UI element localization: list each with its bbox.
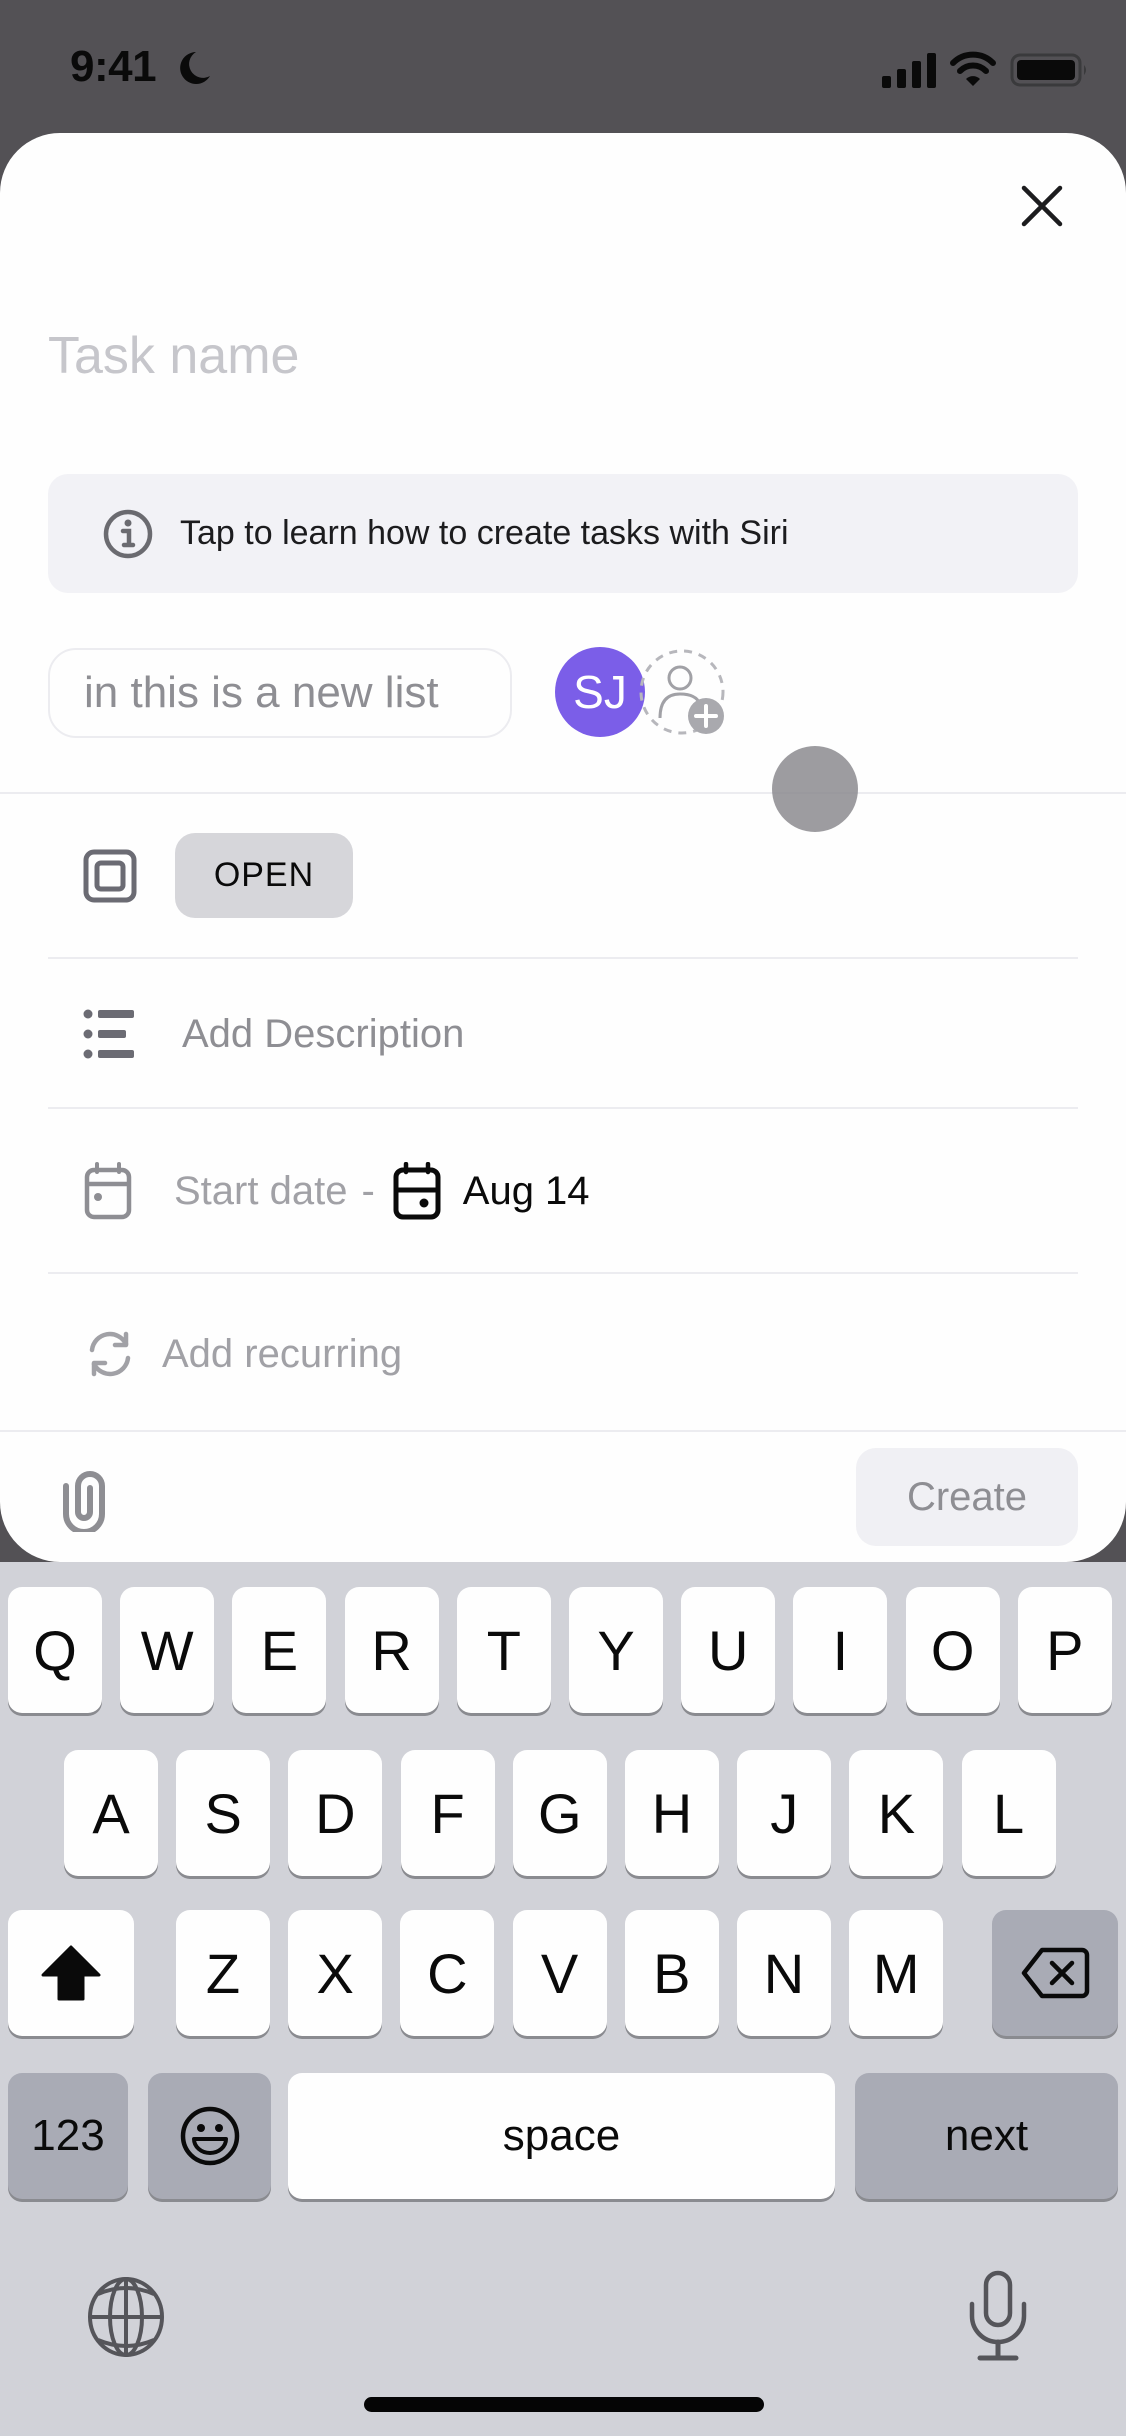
emoji-key[interactable] [148,2073,271,2199]
list-selector[interactable]: in this is a new list [48,648,512,738]
keyboard: QWERTYUIOP ASDFGHJKL ZXCVBNM 123 space n… [0,1562,1126,2436]
letter-key[interactable]: J [737,1750,832,1876]
recurring-icon [89,1331,131,1377]
moon-icon [180,52,210,84]
close-icon [1021,185,1063,227]
paperclip-icon[interactable] [58,1466,110,1532]
status-time: 9:41 [70,42,157,91]
letter-key[interactable]: H [625,1750,719,1876]
start-date-button[interactable]: Start date [174,1169,347,1214]
wifi-icon [950,51,996,86]
due-date-button[interactable]: Aug 14 [393,1162,590,1220]
siri-hint-text: Tap to learn how to create tasks with Si… [180,514,789,552]
assignee-avatar[interactable]: SJ [555,647,645,737]
next-key[interactable]: next [855,2073,1118,2199]
letter-key[interactable]: F [400,1750,495,1876]
status-pill[interactable]: OPEN [175,833,353,918]
letter-key[interactable]: N [737,1910,831,2036]
delete-key[interactable] [992,1910,1118,2036]
add-description-row[interactable]: Add Description [82,1004,782,1064]
info-icon [103,509,153,558]
date-separator: - [361,1168,375,1213]
letter-key[interactable]: Y [569,1587,663,1713]
letter-key[interactable]: X [288,1910,383,2036]
close-button[interactable] [1012,176,1072,236]
letter-key[interactable]: A [64,1750,158,1876]
cellular-signal-icon [882,53,936,88]
add-description-label: Add Description [182,1011,465,1056]
letter-key[interactable]: T [456,1587,551,1713]
letter-key[interactable]: E [232,1587,327,1713]
letter-key[interactable]: Z [176,1910,270,2036]
list-icon [83,1009,134,1059]
touch-indicator [772,746,858,832]
space-key[interactable]: space [288,2073,835,2199]
shift-key[interactable] [8,1910,134,2036]
calendar-icon [393,1162,441,1220]
letter-key[interactable]: D [288,1750,383,1876]
footer-divider [0,1430,1126,1432]
microphone-icon[interactable] [968,2270,1028,2364]
due-date-value: Aug 14 [462,1168,590,1213]
letter-key[interactable]: O [905,1587,1000,1713]
battery-icon [1010,53,1086,87]
status-square-icon [83,849,137,903]
letter-key[interactable]: S [176,1750,271,1876]
numbers-key[interactable]: 123 [8,2073,128,2199]
letter-key[interactable]: P [1017,1587,1112,1713]
shift-icon [41,1945,101,2001]
calendar-icon [84,1162,132,1220]
letter-key[interactable]: V [512,1910,607,2036]
letter-key[interactable]: G [512,1750,607,1876]
section-divider [0,792,1126,794]
add-recurring-label: Add recurring [162,1331,403,1376]
emoji-icon [180,2106,239,2166]
home-indicator [364,2397,764,2412]
letter-key[interactable]: R [344,1587,439,1713]
letter-key[interactable]: U [681,1587,776,1713]
row-divider [48,1107,1078,1109]
task-name-input[interactable] [48,318,1078,394]
letter-key[interactable]: K [849,1750,944,1876]
globe-icon[interactable] [86,2276,166,2358]
letter-key[interactable]: W [120,1587,215,1713]
row-divider [48,1272,1078,1274]
letter-key[interactable]: M [849,1910,944,2036]
letter-key[interactable]: B [624,1910,719,2036]
add-user-icon[interactable] [638,648,726,736]
add-recurring-row[interactable]: Add recurring [84,1324,684,1384]
siri-hint-banner[interactable]: Tap to learn how to create tasks with Si… [48,474,1078,593]
row-divider [48,957,1078,959]
letter-key[interactable]: Q [8,1587,102,1713]
letter-key[interactable]: C [400,1910,495,2036]
letter-key[interactable]: L [961,1750,1056,1876]
letter-key[interactable]: I [793,1587,888,1713]
date-row: Start date - Aug 14 [84,1160,784,1222]
delete-backspace-icon [1021,1947,1090,1999]
create-button[interactable]: Create [856,1448,1078,1546]
